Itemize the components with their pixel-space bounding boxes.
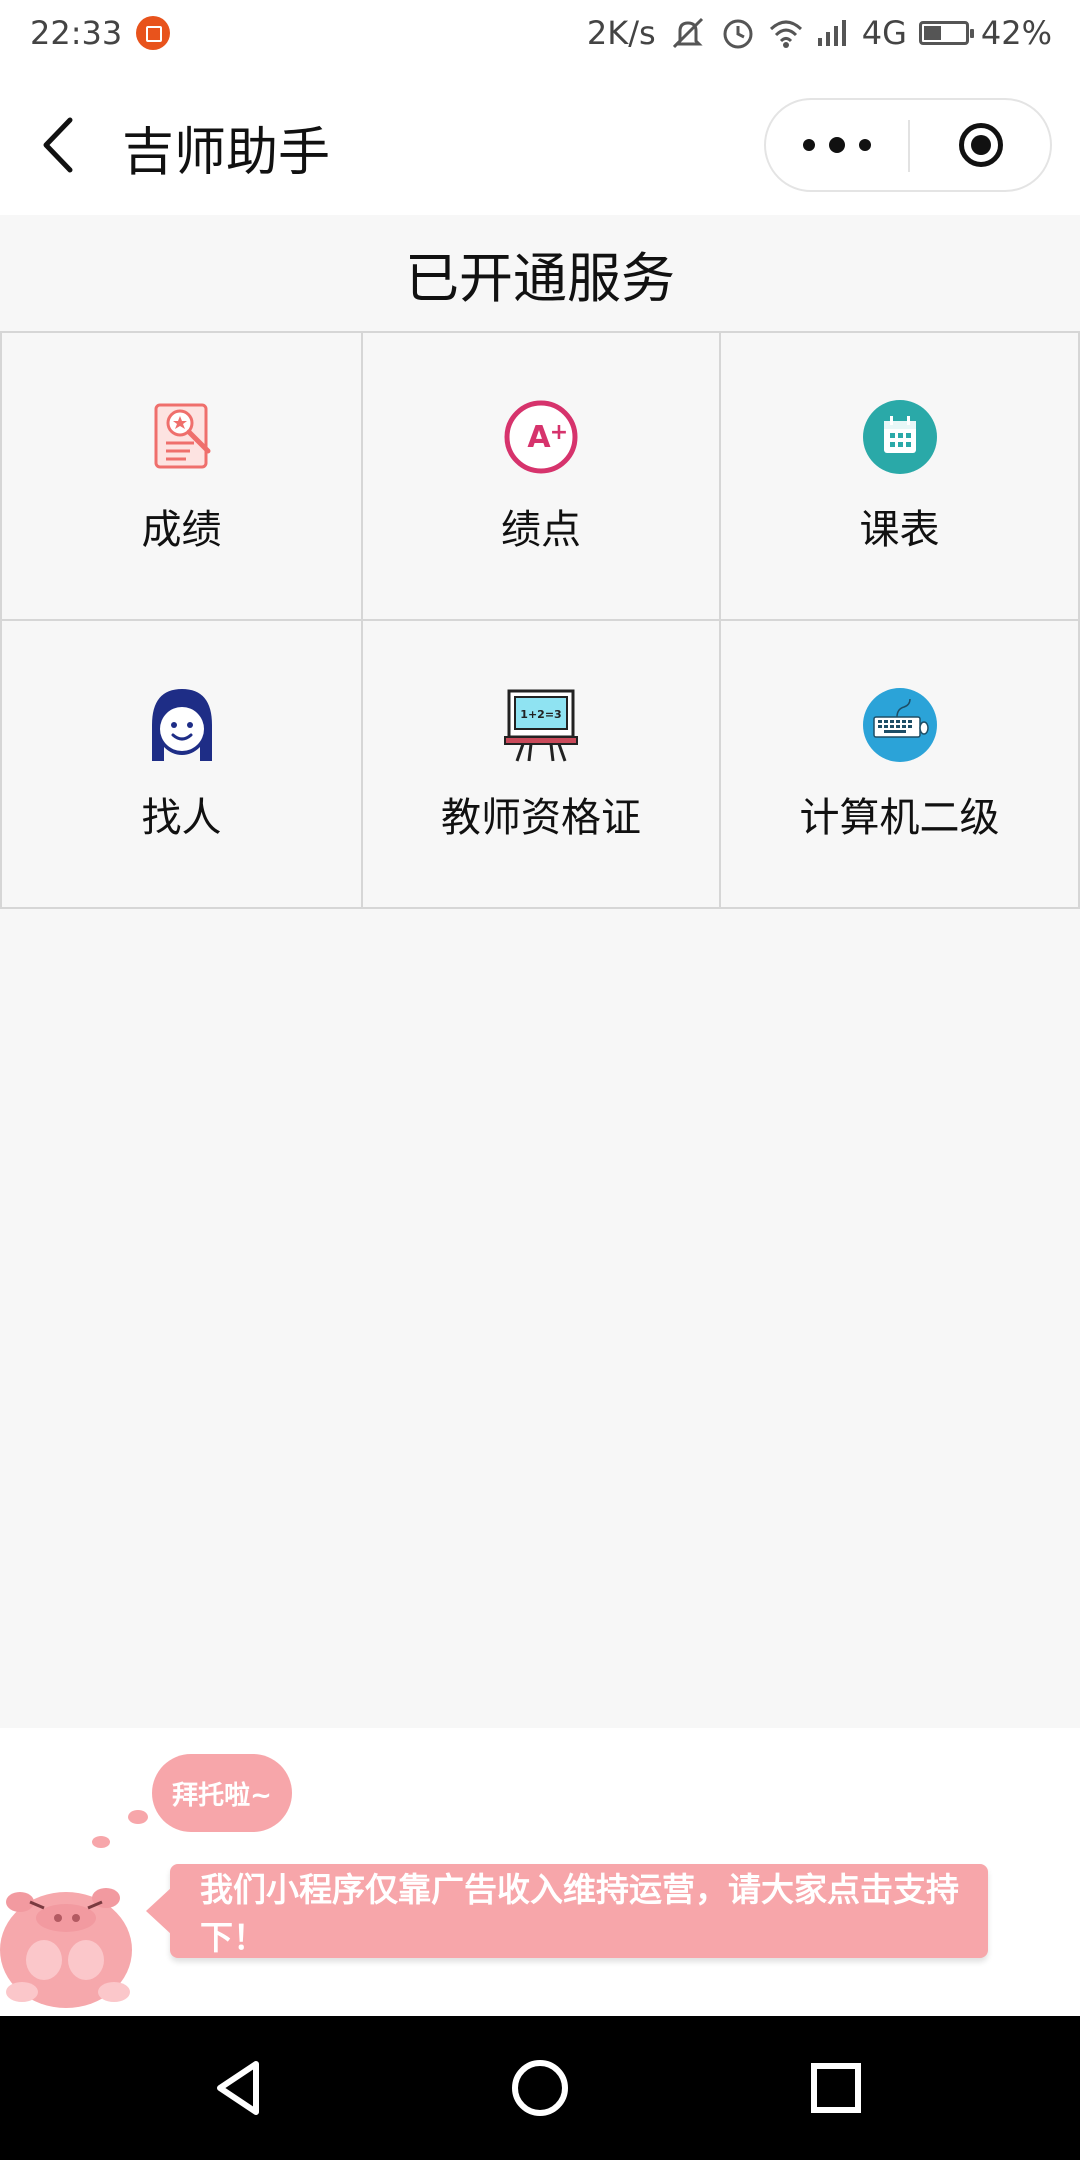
status-left: 22:33 xyxy=(30,14,171,52)
grade-a-plus-icon: A + xyxy=(504,400,578,474)
wifi-icon xyxy=(768,17,804,49)
service-label: 找人 xyxy=(141,795,222,841)
system-nav-bar xyxy=(0,2016,1080,2160)
header: 吉师助手 xyxy=(0,72,1080,215)
close-icon-center xyxy=(971,135,991,155)
battery-icon xyxy=(918,21,974,45)
service-label: 教师资格证 xyxy=(441,795,641,841)
back-chevron-icon xyxy=(43,117,73,173)
service-gpa[interactable]: A + 绩点 xyxy=(361,333,719,621)
more-dot-right xyxy=(859,139,871,151)
ad-message[interactable]: 我们小程序仅靠广告收入维持运营，请大家点击支持下！ xyxy=(146,1864,988,1958)
ad-banner[interactable]: 拜托啦~ 我们小程序仅靠广告收入维持运营，请大家点击支持下！ xyxy=(0,1728,1080,2016)
service-teacher-certificate[interactable]: 1+2=3 教师资格证 xyxy=(361,621,719,909)
service-label: 课表 xyxy=(859,507,940,553)
back-button[interactable] xyxy=(36,112,86,178)
service-timetable[interactable]: 课表 xyxy=(719,333,1080,621)
keyboard-icon xyxy=(862,688,937,762)
service-label: 绩点 xyxy=(501,507,581,553)
service-computer-level2[interactable]: 计算机二级 xyxy=(719,621,1080,909)
battery-fill xyxy=(923,26,941,40)
person-icon xyxy=(151,689,212,761)
page-title: 吉师助手 xyxy=(122,123,331,183)
close-button[interactable] xyxy=(910,100,1052,190)
status-time: 22:33 xyxy=(30,14,123,52)
status-bar: 22:33 2K/s 4G 42% xyxy=(0,0,1080,72)
score-report-icon xyxy=(154,403,210,469)
status-right: 2K/s 4G 42% xyxy=(587,14,1052,52)
svg-text:+: + xyxy=(550,420,568,445)
nav-home-icon[interactable] xyxy=(504,2052,576,2124)
service-find-person[interactable]: 找人 xyxy=(0,621,361,909)
more-button[interactable] xyxy=(766,100,908,190)
blackboard-text: 1+2=3 xyxy=(520,708,561,721)
services-grid: 成绩 A + 绩点 课表 找人 1+2=3 教师资格证 计算机二级 xyxy=(0,331,1080,909)
ad-thought-dot xyxy=(128,1810,148,1824)
battery-percent: 42% xyxy=(980,14,1052,52)
network-type: 4G xyxy=(861,14,907,52)
signal-icon xyxy=(816,18,850,48)
pink-pig-mascot-icon xyxy=(0,1888,132,2008)
ad-thought-dot xyxy=(92,1836,110,1848)
ad-bubble-small: 拜托啦~ xyxy=(152,1754,292,1832)
service-score[interactable]: 成绩 xyxy=(0,333,361,621)
more-dot-mid xyxy=(829,137,845,153)
nav-recents-icon[interactable] xyxy=(800,2052,872,2124)
alarm-icon xyxy=(720,15,756,51)
blackboard-icon: 1+2=3 xyxy=(504,689,578,762)
svg-text:A: A xyxy=(527,420,551,455)
nav-back-icon[interactable] xyxy=(206,2052,278,2124)
service-label: 成绩 xyxy=(141,507,222,553)
app-notification-icon xyxy=(136,16,171,50)
network-speed: 2K/s xyxy=(586,14,656,52)
capsule-menu xyxy=(764,98,1052,192)
calendar-icon xyxy=(862,400,937,474)
more-dots-icon xyxy=(803,139,815,151)
miniprogram-close-icon xyxy=(959,123,1003,167)
service-label: 计算机二级 xyxy=(799,795,1000,841)
mute-icon xyxy=(668,15,708,51)
section-title: 已开通服务 xyxy=(405,246,675,310)
